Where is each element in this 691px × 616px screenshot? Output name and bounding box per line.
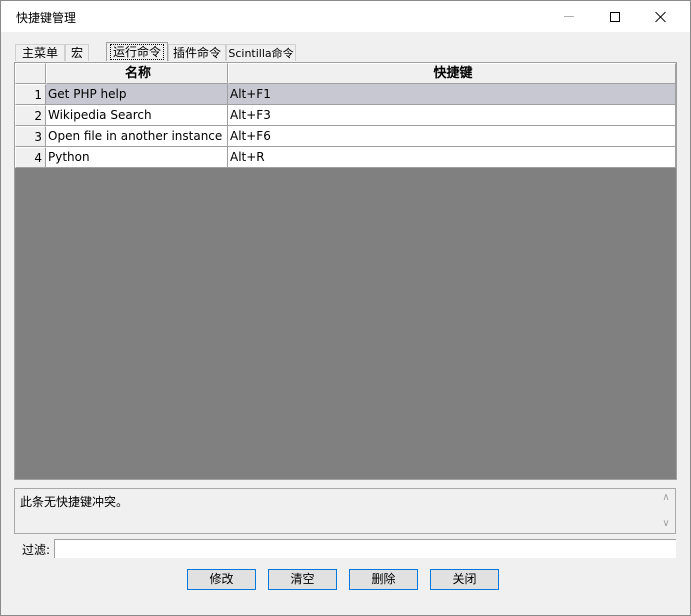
tab-run-commands[interactable]: 运行命令 bbox=[106, 42, 168, 61]
minimize-icon bbox=[564, 16, 574, 17]
shortcut-mapper-window: 快捷键管理 主菜单 宏 运行命令 插件命令 Scintilla命令 名称 快捷键… bbox=[0, 0, 691, 616]
row-number: 4 bbox=[15, 147, 46, 168]
tab-plugin-commands[interactable]: 插件命令 bbox=[168, 44, 226, 61]
close-window-button[interactable] bbox=[638, 1, 684, 32]
tab-label: 宏 bbox=[70, 46, 83, 60]
close-button[interactable]: 关闭 bbox=[430, 569, 499, 590]
filter-input[interactable] bbox=[54, 539, 676, 558]
clear-button[interactable]: 清空 bbox=[268, 569, 337, 590]
maximize-icon bbox=[610, 11, 620, 22]
row-number-header bbox=[15, 63, 46, 84]
modify-button[interactable]: 修改 bbox=[187, 569, 256, 590]
conflict-info-box[interactable]: 此条无快捷键冲突。 ∧ ∨ bbox=[14, 488, 676, 534]
delete-button[interactable]: 删除 bbox=[349, 569, 418, 590]
command-name[interactable]: Get PHP help bbox=[46, 84, 228, 105]
table-row[interactable]: 1 Get PHP help Alt+F1 bbox=[15, 84, 676, 105]
filter-label: 过滤: bbox=[22, 543, 51, 557]
scroll-up-icon[interactable]: ∧ bbox=[659, 491, 673, 505]
tab-label: 主菜单 bbox=[21, 46, 58, 60]
column-header-name[interactable]: 名称 bbox=[46, 63, 228, 84]
table-row[interactable]: 3 Open file in another instance Alt+F6 bbox=[15, 126, 676, 147]
command-name[interactable]: Open file in another instance bbox=[46, 126, 228, 147]
scroll-down-icon[interactable]: ∨ bbox=[659, 517, 673, 531]
shortcut-value[interactable]: Alt+F3 bbox=[228, 105, 676, 126]
title-bar: 快捷键管理 bbox=[1, 1, 690, 32]
tab-label: 插件命令 bbox=[172, 46, 221, 60]
tab-label: Scintilla命令 bbox=[228, 47, 294, 60]
table-row[interactable]: 2 Wikipedia Search Alt+F3 bbox=[15, 105, 676, 126]
conflict-message: 此条无快捷键冲突。 bbox=[20, 495, 129, 509]
close-icon bbox=[655, 11, 667, 23]
row-number: 3 bbox=[15, 126, 46, 147]
command-name[interactable]: Python bbox=[46, 147, 228, 168]
shortcut-grid[interactable]: 名称 快捷键 1 Get PHP help Alt+F1 2 Wikipedia… bbox=[14, 62, 677, 480]
grid-header-row: 名称 快捷键 bbox=[15, 63, 676, 84]
shortcut-value[interactable]: Alt+F1 bbox=[228, 84, 676, 105]
tab-main-menu[interactable]: 主菜单 bbox=[15, 44, 65, 61]
row-number: 2 bbox=[15, 105, 46, 126]
window-title: 快捷键管理 bbox=[16, 11, 77, 25]
tab-label: 运行命令 bbox=[109, 44, 164, 60]
shortcut-value[interactable]: Alt+R bbox=[228, 147, 676, 168]
shortcut-value[interactable]: Alt+F6 bbox=[228, 126, 676, 147]
row-number: 1 bbox=[15, 84, 46, 105]
maximize-button[interactable] bbox=[592, 1, 638, 32]
minimize-button[interactable] bbox=[546, 1, 592, 32]
table-row[interactable]: 4 Python Alt+R bbox=[15, 147, 676, 168]
command-name[interactable]: Wikipedia Search bbox=[46, 105, 228, 126]
column-header-shortcut[interactable]: 快捷键 bbox=[228, 63, 676, 84]
tab-scintilla-commands[interactable]: Scintilla命令 bbox=[226, 44, 296, 61]
tab-macros[interactable]: 宏 bbox=[65, 44, 89, 61]
